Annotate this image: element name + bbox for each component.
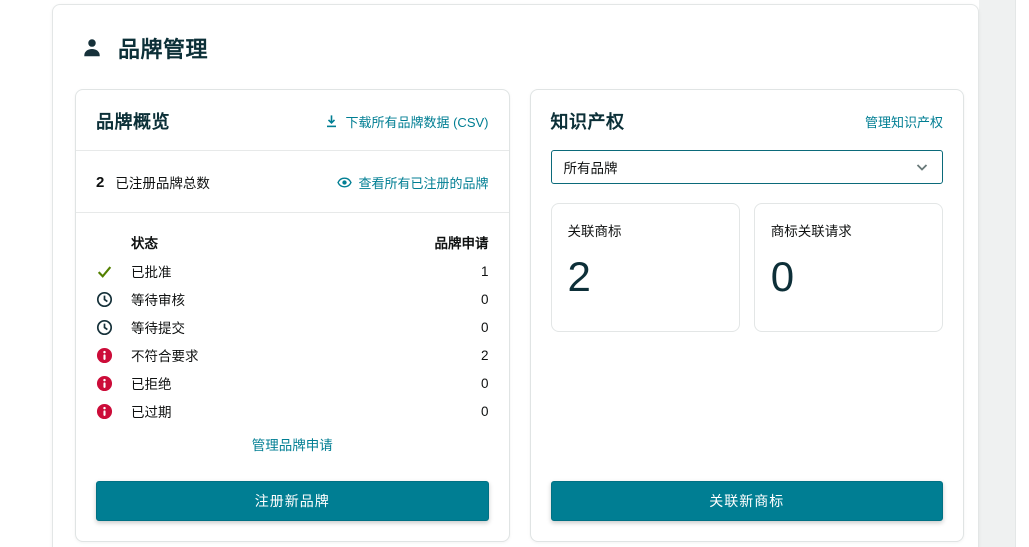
registered-total-count: 2 bbox=[96, 173, 105, 191]
ip-stats-row: 关联商标 2 商标关联请求 0 bbox=[550, 203, 943, 332]
status-table: 状态 品牌申请 已批准 1 等待审核 0 等待提交 0 不符合要求 2 已拒绝 … bbox=[96, 227, 489, 425]
clock-icon bbox=[96, 319, 113, 335]
error-icon bbox=[96, 403, 113, 419]
view-registered-brands-label: 查看所有已注册的品牌 bbox=[358, 175, 489, 191]
download-icon bbox=[327, 114, 337, 127]
error-icon bbox=[96, 375, 113, 391]
table-row-approved: 已批准 1 bbox=[96, 257, 489, 285]
table-row-expired: 已过期 0 bbox=[96, 397, 489, 425]
status-value: 1 bbox=[480, 263, 489, 279]
intellectual-property-title: 知识产权 bbox=[550, 112, 625, 132]
applications-column-header: 品牌申请 bbox=[434, 236, 489, 251]
status-label: 等待审核 bbox=[131, 293, 185, 308]
adjacent-card-edge bbox=[1015, 0, 1029, 547]
status-label: 已批准 bbox=[131, 265, 172, 280]
brand-filter-selected-value: 所有品牌 bbox=[563, 161, 618, 176]
associated-trademarks-box: 关联商标 2 bbox=[550, 203, 740, 332]
registered-total-row: 2 已注册品牌总数 查看所有已注册的品牌 bbox=[96, 151, 489, 212]
register-new-brand-button[interactable]: 注册新品牌 bbox=[96, 481, 489, 521]
manage-brand-applications-link[interactable]: 管理品牌申请 bbox=[252, 434, 333, 454]
divider bbox=[76, 212, 509, 213]
trademark-requests-label: 商标关联请求 bbox=[770, 224, 852, 239]
status-table-header: 状态 品牌申请 bbox=[96, 227, 489, 257]
page-title: 品牌管理 bbox=[118, 37, 209, 62]
status-value: 0 bbox=[480, 319, 489, 335]
manage-ip-link[interactable]: 管理知识产权 bbox=[865, 112, 943, 131]
brand-overview-header: 品牌概览 下载所有品牌数据 (CSV) bbox=[96, 108, 489, 134]
error-icon bbox=[96, 347, 113, 363]
intellectual-property-header: 知识产权 管理知识产权 bbox=[551, 108, 944, 134]
associated-trademarks-value: 2 bbox=[567, 253, 591, 300]
brand-management-card: 品牌管理 品牌概览 下载所有品牌数据 (CSV) 2 已注册品牌总数 查看所有已… bbox=[52, 4, 979, 547]
trademark-requests-value: 0 bbox=[770, 253, 795, 300]
status-label: 已过期 bbox=[131, 405, 172, 420]
status-label: 已拒绝 bbox=[131, 377, 172, 392]
manage-ip-label: 管理知识产权 bbox=[864, 114, 943, 130]
status-value: 0 bbox=[480, 375, 489, 391]
manage-brand-applications-label: 管理品牌申请 bbox=[251, 438, 333, 453]
clock-icon bbox=[96, 291, 113, 307]
associate-new-trademark-button[interactable]: 关联新商标 bbox=[550, 481, 943, 521]
person-icon bbox=[84, 39, 100, 57]
registered-total-label: 已注册品牌总数 bbox=[115, 176, 210, 191]
brand-overview-title: 品牌概览 bbox=[96, 112, 170, 132]
status-value: 0 bbox=[480, 403, 489, 419]
status-column-header: 状态 bbox=[131, 236, 158, 251]
status-label: 不符合要求 bbox=[131, 349, 199, 364]
intellectual-property-panel: 知识产权 管理知识产权 所有品牌 关联商标 2 商标关联请求 0 关联新商标 bbox=[529, 89, 964, 542]
view-registered-brands-link[interactable]: 查看所有已注册的品牌 bbox=[337, 173, 489, 192]
eye-icon bbox=[337, 176, 353, 188]
table-row-noncompliant: 不符合要求 2 bbox=[96, 341, 489, 369]
manage-applications-wrap: 管理品牌申请 bbox=[96, 434, 489, 455]
panels-container: 品牌概览 下载所有品牌数据 (CSV) 2 已注册品牌总数 查看所有已注册的品牌… bbox=[53, 89, 978, 542]
check-icon bbox=[97, 265, 112, 278]
status-value: 2 bbox=[480, 347, 489, 363]
table-row-pending-submission: 等待提交 0 bbox=[96, 313, 489, 341]
status-value: 0 bbox=[480, 291, 489, 307]
table-row-pending-review: 等待审核 0 bbox=[96, 285, 489, 313]
brand-filter-select[interactable]: 所有品牌 bbox=[550, 150, 943, 184]
table-row-rejected: 已拒绝 0 bbox=[96, 369, 489, 397]
page-gutter bbox=[979, 0, 1015, 547]
status-label: 等待提交 bbox=[131, 321, 185, 336]
associated-trademarks-label: 关联商标 bbox=[567, 224, 622, 239]
trademark-requests-box: 商标关联请求 0 bbox=[753, 203, 943, 332]
chevron-down-icon bbox=[916, 164, 928, 171]
brand-overview-panel: 品牌概览 下载所有品牌数据 (CSV) 2 已注册品牌总数 查看所有已注册的品牌… bbox=[75, 89, 510, 542]
download-csv-link[interactable]: 下载所有品牌数据 (CSV) bbox=[324, 112, 489, 131]
card-header: 品牌管理 bbox=[53, 5, 978, 89]
download-csv-label: 下载所有品牌数据 (CSV) bbox=[345, 114, 489, 130]
